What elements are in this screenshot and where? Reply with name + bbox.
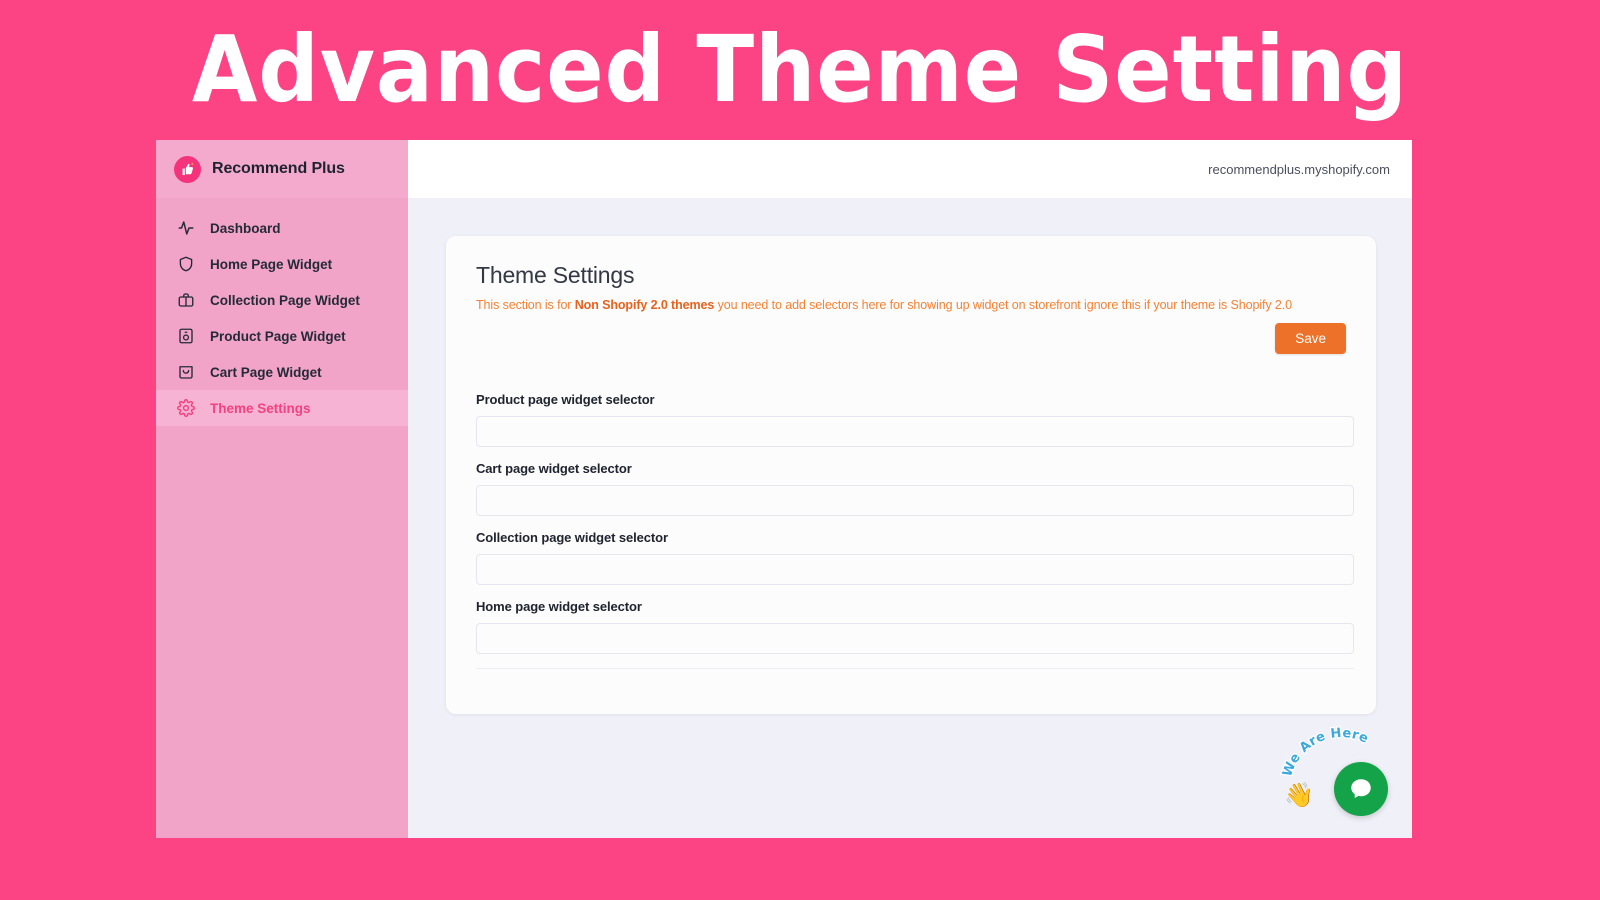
sidebar-item-label: Theme Settings: [210, 400, 311, 416]
briefcase-icon: [176, 291, 195, 310]
shield-icon: [176, 255, 195, 274]
product-page-widget-selector-input[interactable]: [476, 416, 1354, 447]
sidebar-item-label: Product Page Widget: [210, 328, 346, 344]
field-home-page-widget-selector: Home page widget selector: [476, 599, 1354, 654]
sidebar: Recommend Plus Dashboard Home Page Widge…: [156, 140, 408, 838]
chat-bubble-icon: [1351, 779, 1371, 798]
page-title: Advanced Theme Setting: [191, 16, 1409, 123]
sidebar-item-home-page-widget[interactable]: Home Page Widget: [156, 246, 408, 282]
sidebar-header: Recommend Plus: [156, 140, 408, 198]
app-window: Recommend Plus Dashboard Home Page Widge…: [156, 140, 1412, 838]
sidebar-item-label: Collection Page Widget: [210, 292, 360, 308]
save-button[interactable]: Save: [1275, 323, 1346, 354]
field-label: Collection page widget selector: [476, 530, 668, 545]
waving-hand-icon: 👋: [1284, 782, 1314, 809]
brand-name: Recommend Plus: [212, 160, 345, 177]
save-row: Save: [476, 323, 1346, 354]
field-collection-page-widget-selector: Collection page widget selector: [476, 530, 1354, 585]
cart-page-widget-selector-input[interactable]: [476, 485, 1354, 516]
sidebar-item-collection-page-widget[interactable]: Collection Page Widget: [156, 282, 408, 318]
gear-icon: [176, 399, 195, 418]
sidebar-item-label: Cart Page Widget: [210, 364, 322, 380]
note-suffix: you need to add selectors here for showi…: [714, 298, 1292, 312]
collection-page-widget-selector-input[interactable]: [476, 554, 1354, 585]
note-bold: Non Shopify 2.0 themes: [574, 298, 715, 312]
sidebar-item-product-page-widget[interactable]: Product Page Widget: [156, 318, 408, 354]
activity-pulse-icon: [176, 219, 195, 238]
field-label: Product page widget selector: [476, 392, 655, 407]
card-note: This section is for Non Shopify 2.0 them…: [476, 298, 1346, 312]
theme-settings-form: Product page widget selector Cart page w…: [476, 392, 1354, 669]
sidebar-item-label: Home Page Widget: [210, 256, 333, 272]
card-title: Theme Settings: [476, 262, 635, 288]
page-banner: Advanced Theme Setting: [0, 0, 1600, 140]
form-divider: [476, 668, 1354, 669]
topbar: recommendplus.myshopify.com: [408, 140, 1412, 198]
main-pane: recommendplus.myshopify.com Theme Settin…: [408, 140, 1412, 838]
chat-widget: We Are Here 👋: [1279, 724, 1388, 816]
sidebar-nav: Dashboard Home Page Widget Collection Pa…: [156, 198, 408, 426]
field-cart-page-widget-selector: Cart page widget selector: [476, 461, 1354, 516]
field-label: Home page widget selector: [476, 599, 642, 614]
home-page-widget-selector-input[interactable]: [476, 623, 1354, 654]
sidebar-item-cart-page-widget[interactable]: Cart Page Widget: [156, 354, 408, 390]
main-content: Theme Settings This section is for Non S…: [408, 198, 1412, 838]
sidebar-item-dashboard[interactable]: Dashboard: [156, 210, 408, 246]
chat-bubble-button[interactable]: [1334, 762, 1388, 816]
sidebar-item-label: Dashboard: [210, 220, 281, 236]
note-prefix: This section is for: [476, 298, 575, 312]
product-box-icon: [176, 327, 195, 346]
thumbs-up-plus-icon: [174, 155, 201, 183]
field-product-page-widget-selector: Product page widget selector: [476, 392, 1354, 447]
shopping-bag-icon: [176, 363, 195, 382]
sidebar-item-theme-settings[interactable]: Theme Settings: [156, 390, 408, 426]
theme-settings-card: Theme Settings This section is for Non S…: [446, 236, 1376, 714]
store-url: recommendplus.myshopify.com: [1208, 161, 1390, 177]
field-label: Cart page widget selector: [476, 461, 632, 476]
